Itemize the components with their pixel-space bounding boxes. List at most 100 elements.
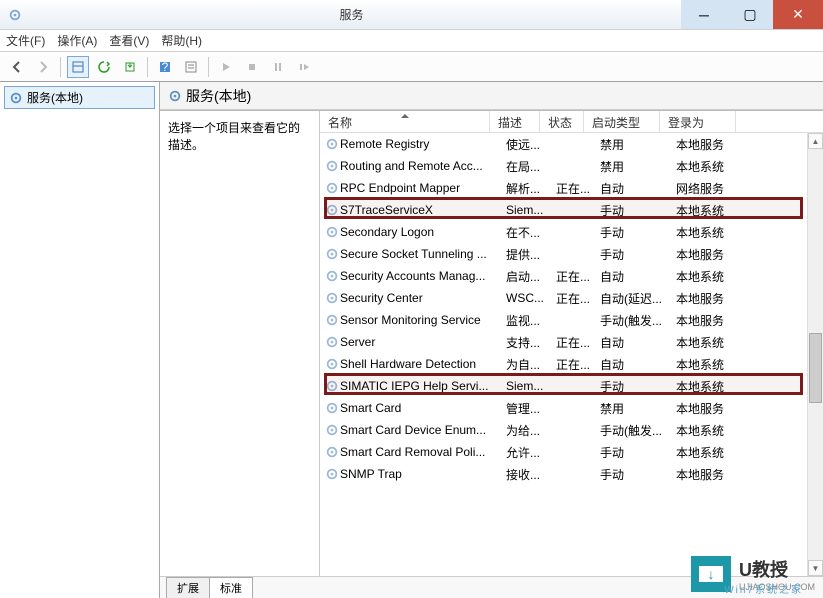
tab-standard[interactable]: 标准: [209, 577, 253, 598]
column-logon[interactable]: 登录为: [660, 111, 736, 132]
cell-logon: 本地服务: [676, 136, 752, 153]
cell-name: RPC Endpoint Mapper: [340, 181, 506, 195]
pane-body: 选择一个项目来查看它的描述。 名称 描述 状态 启动类型 登录为 Remote …: [160, 110, 823, 576]
export-button[interactable]: [119, 56, 141, 78]
pause-service-button[interactable]: [267, 56, 289, 78]
table-row[interactable]: Sensor Monitoring Service监视...手动(触发...本地…: [320, 309, 823, 331]
tree-pane: 服务(本地): [0, 82, 160, 598]
gear-icon: [324, 401, 340, 415]
table-row[interactable]: RPC Endpoint Mapper解析...正在...自动网络服务: [320, 177, 823, 199]
table-row[interactable]: Remote Registry使远...禁用本地服务: [320, 133, 823, 155]
cell-logon: 本地系统: [676, 334, 752, 351]
gear-icon: [324, 335, 340, 349]
tab-extended[interactable]: 扩展: [166, 577, 210, 598]
scroll-up-button[interactable]: ▲: [808, 133, 823, 149]
column-desc[interactable]: 描述: [490, 111, 540, 132]
cell-logon: 本地服务: [676, 246, 752, 263]
content-pane: 服务(本地) 选择一个项目来查看它的描述。 名称 描述 状态 启动类型 登录为 …: [160, 82, 823, 598]
refresh-button[interactable]: [93, 56, 115, 78]
service-list: 名称 描述 状态 启动类型 登录为 Remote Registry使远...禁用…: [320, 111, 823, 576]
properties-button[interactable]: [180, 56, 202, 78]
table-row[interactable]: Smart Card Device Enum...为给...手动(触发...本地…: [320, 419, 823, 441]
table-row[interactable]: Security CenterWSC...正在...自动(延迟...本地服务: [320, 287, 823, 309]
cell-desc: WSC...: [506, 291, 556, 305]
table-row[interactable]: Security Accounts Manag...启动...正在...自动本地…: [320, 265, 823, 287]
menu-action[interactable]: 操作(A): [57, 32, 97, 49]
table-row[interactable]: Smart Card Removal Poli...允许...手动本地系统: [320, 441, 823, 463]
toolbar-separator: [147, 57, 148, 77]
table-row[interactable]: SIMATIC IEPG Help Servi...Siem...手动本地系统: [320, 375, 823, 397]
cell-state: 正在...: [556, 334, 600, 351]
start-service-button[interactable]: [215, 56, 237, 78]
back-button[interactable]: [6, 56, 28, 78]
cell-start: 手动: [600, 466, 676, 483]
cell-desc: 监视...: [506, 312, 556, 329]
cell-desc: 解析...: [506, 180, 556, 197]
maximize-button[interactable]: ▢: [727, 0, 773, 29]
table-row[interactable]: Routing and Remote Acc...在局...禁用本地系统: [320, 155, 823, 177]
cell-name: Remote Registry: [340, 137, 506, 151]
cell-start: 手动: [600, 444, 676, 461]
details-view-button[interactable]: [67, 56, 89, 78]
pane-header: 服务(本地): [160, 82, 823, 110]
tree-item-services-local[interactable]: 服务(本地): [4, 86, 155, 109]
cell-start: 手动: [600, 246, 676, 263]
table-row[interactable]: Smart Card管理...禁用本地服务: [320, 397, 823, 419]
svg-text:?: ?: [162, 60, 169, 74]
cell-desc: 为自...: [506, 356, 556, 373]
cell-desc: 在局...: [506, 158, 556, 175]
main-area: 服务(本地) 服务(本地) 选择一个项目来查看它的描述。 名称 描述 状态 启动…: [0, 82, 823, 598]
cell-logon: 本地系统: [676, 224, 752, 241]
cell-start: 手动(触发...: [600, 422, 676, 439]
table-row[interactable]: SNMP Trap接收...手动本地服务: [320, 463, 823, 485]
gear-icon: [324, 269, 340, 283]
cell-name: S7TraceServiceX: [340, 203, 506, 217]
list-rows: Remote Registry使远...禁用本地服务Routing and Re…: [320, 133, 823, 485]
cell-logon: 本地服务: [676, 400, 752, 417]
stop-service-button[interactable]: [241, 56, 263, 78]
gear-icon: [324, 445, 340, 459]
cell-start: 手动(触发...: [600, 312, 676, 329]
gear-icon: [324, 203, 340, 217]
titlebar: 服务 ─ ▢ ✕: [0, 0, 823, 30]
gear-icon: [324, 247, 340, 261]
window-buttons: ─ ▢ ✕: [681, 0, 823, 29]
toolbar: ?: [0, 52, 823, 82]
forward-button[interactable]: [32, 56, 54, 78]
cell-start: 自动: [600, 334, 676, 351]
cell-name: Routing and Remote Acc...: [340, 159, 506, 173]
column-name[interactable]: 名称: [320, 111, 490, 132]
gear-icon: [324, 137, 340, 151]
table-row[interactable]: Secondary Logon在不...手动本地系统: [320, 221, 823, 243]
table-row[interactable]: S7TraceServiceXSiem...手动本地系统: [320, 199, 823, 221]
menu-help[interactable]: 帮助(H): [161, 32, 202, 49]
cell-logon: 本地系统: [676, 356, 752, 373]
gear-icon: [9, 91, 23, 105]
cell-desc: 提供...: [506, 246, 556, 263]
scrollbar[interactable]: ▲ ▼: [807, 133, 823, 576]
column-state[interactable]: 状态: [540, 111, 584, 132]
cell-desc: 在不...: [506, 224, 556, 241]
menu-file[interactable]: 文件(F): [6, 32, 45, 49]
help-button[interactable]: ?: [154, 56, 176, 78]
table-row[interactable]: Secure Socket Tunneling ...提供... 手动本地服务: [320, 243, 823, 265]
gear-icon: [324, 313, 340, 327]
menu-view[interactable]: 查看(V): [109, 32, 149, 49]
table-row[interactable]: Server支持...正在...自动本地系统: [320, 331, 823, 353]
close-button[interactable]: ✕: [773, 0, 823, 29]
restart-service-button[interactable]: [293, 56, 315, 78]
table-row[interactable]: Shell Hardware Detection为自...正在...自动本地系统: [320, 353, 823, 375]
minimize-button[interactable]: ─: [681, 0, 727, 29]
tree-item-label: 服务(本地): [27, 89, 83, 106]
scroll-thumb[interactable]: [809, 333, 822, 403]
detail-prompt: 选择一个项目来查看它的描述。: [168, 121, 300, 152]
cell-name: Secure Socket Tunneling ...: [340, 247, 506, 261]
cell-start: 禁用: [600, 136, 676, 153]
column-start[interactable]: 启动类型: [584, 111, 660, 132]
gear-icon: [324, 181, 340, 195]
cell-desc: Siem...: [506, 203, 556, 217]
cell-logon: 本地系统: [676, 268, 752, 285]
cell-logon: 本地系统: [676, 444, 752, 461]
pane-header-title: 服务(本地): [186, 86, 251, 106]
gear-icon: [324, 159, 340, 173]
